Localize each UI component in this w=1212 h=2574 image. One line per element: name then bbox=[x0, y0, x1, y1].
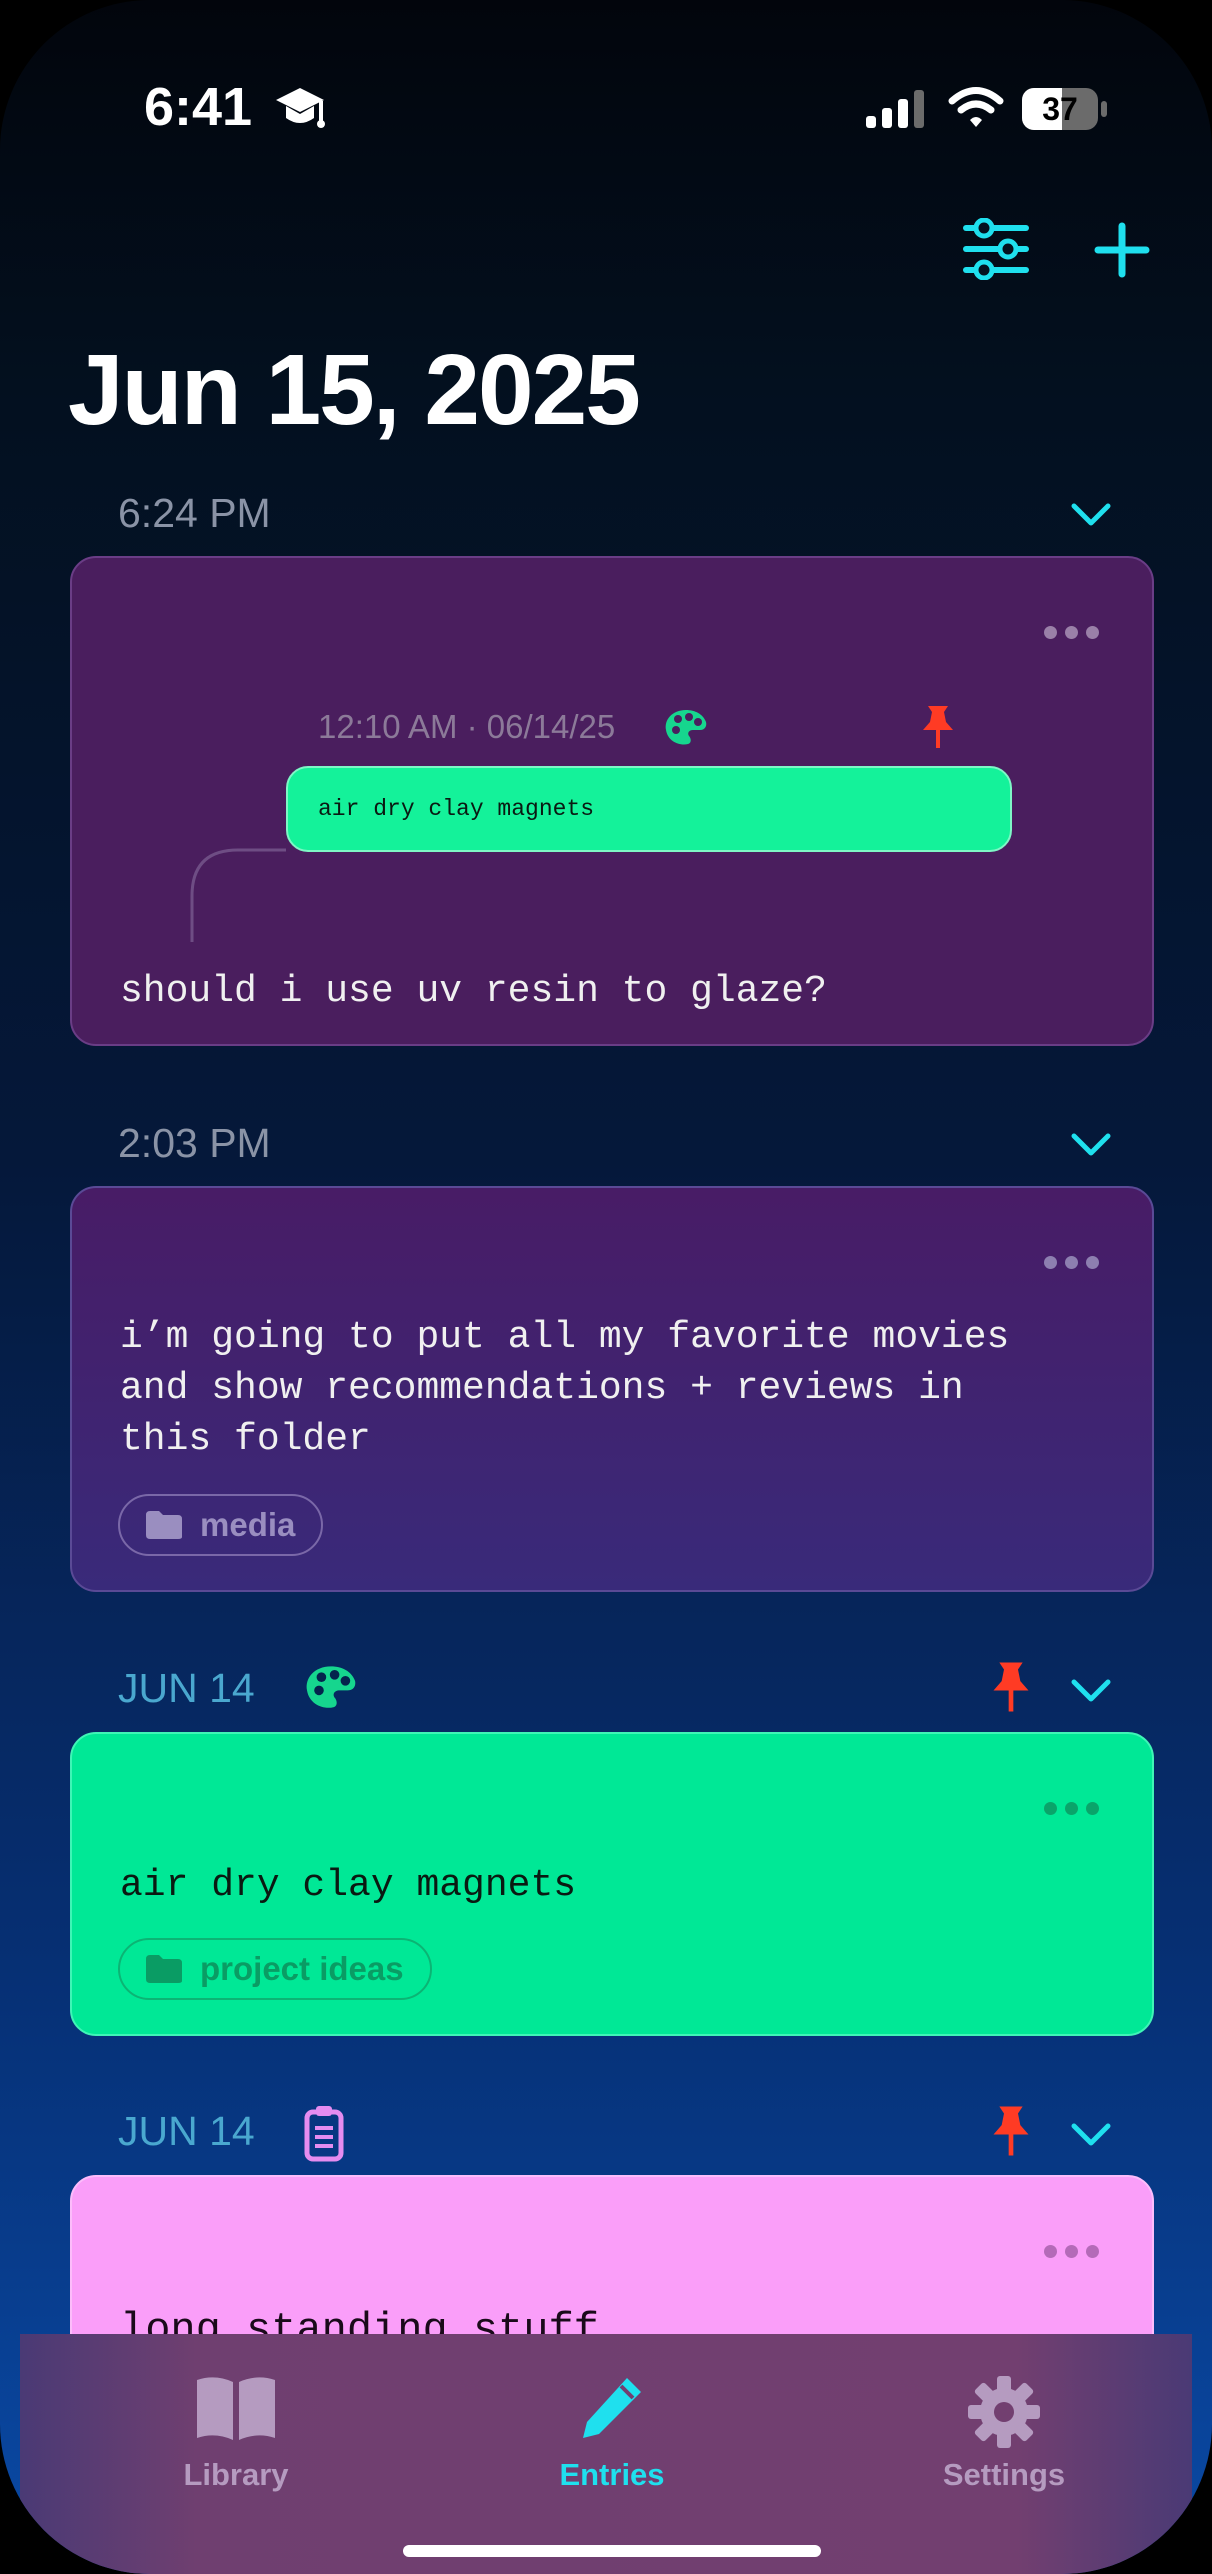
pin-icon bbox=[923, 706, 953, 748]
tab-label: Settings bbox=[942, 2457, 1066, 2492]
app-screen: 6:41 37 Jun 15, 2025 6:24 PM 12:10 AM · … bbox=[0, 0, 1212, 2574]
pencil-icon bbox=[583, 2378, 641, 2438]
entry-text: should i use uv resin to glaze? bbox=[120, 970, 827, 1013]
entry-text: i’m going to put all my favorite movies … bbox=[120, 1316, 1010, 1461]
tab-bar: Library Entries Settings bbox=[20, 2334, 1192, 2574]
tab-settings[interactable]: Settings bbox=[854, 2374, 1154, 2493]
entry-card[interactable]: air dry clay magnets project ideas bbox=[70, 1732, 1154, 2036]
plus-icon[interactable] bbox=[1094, 222, 1150, 278]
tab-library[interactable]: Library bbox=[86, 2374, 386, 2493]
battery-level: 37 bbox=[1042, 91, 1078, 127]
filter-sliders-icon[interactable] bbox=[962, 218, 1030, 280]
chevron-down-icon[interactable] bbox=[1070, 2120, 1112, 2150]
reply-connector bbox=[190, 848, 286, 942]
entry-date: JUN 14 bbox=[118, 1665, 255, 1711]
chevron-down-icon[interactable] bbox=[1070, 500, 1112, 530]
more-dots-icon[interactable] bbox=[1044, 2245, 1100, 2259]
entry-time: 2:03 PM bbox=[118, 1120, 271, 1166]
more-dots-icon[interactable] bbox=[1044, 1802, 1100, 1816]
entry-card[interactable]: 12:10 AM · 06/14/25 air dry clay magnets… bbox=[70, 556, 1154, 1046]
tab-entries[interactable]: Entries bbox=[462, 2374, 762, 2493]
clipboard-icon bbox=[304, 2106, 344, 2162]
folder-name: project ideas bbox=[200, 1950, 404, 1987]
entry-time: 6:24 PM bbox=[118, 490, 271, 536]
entry-date: JUN 14 bbox=[118, 2108, 255, 2154]
folder-icon bbox=[146, 1955, 182, 1983]
more-dots-icon[interactable] bbox=[1044, 626, 1100, 640]
quoted-entry-meta: 12:10 AM · 06/14/25 bbox=[318, 708, 616, 745]
entry-card[interactable]: i’m going to put all my favorite movies … bbox=[70, 1186, 1154, 1592]
pin-icon[interactable] bbox=[990, 2104, 1032, 2158]
palette-icon bbox=[665, 710, 707, 745]
signal-icon bbox=[866, 90, 924, 128]
folder-icon bbox=[146, 1511, 182, 1539]
book-icon bbox=[197, 2377, 275, 2440]
more-dots-icon[interactable] bbox=[1044, 1256, 1100, 1270]
entry-text: air dry clay magnets bbox=[120, 1864, 577, 1907]
tab-label: Entries bbox=[559, 2457, 665, 2492]
quoted-entry-bubble[interactable]: air dry clay magnets bbox=[286, 766, 1012, 852]
palette-icon bbox=[306, 1666, 356, 1708]
folder-chip[interactable]: project ideas bbox=[118, 1938, 432, 2000]
quoted-entry-text: air dry clay magnets bbox=[318, 796, 595, 822]
wifi-icon bbox=[948, 87, 1004, 127]
tab-label: Library bbox=[183, 2457, 289, 2492]
chevron-down-icon[interactable] bbox=[1070, 1130, 1112, 1160]
folder-name: media bbox=[200, 1506, 296, 1543]
folder-chip[interactable]: media bbox=[118, 1494, 324, 1556]
chevron-down-icon[interactable] bbox=[1070, 1676, 1112, 1706]
battery-cap bbox=[1101, 101, 1107, 117]
page-title: Jun 15, 2025 bbox=[68, 334, 641, 446]
graduation-cap-icon bbox=[276, 88, 325, 128]
home-indicator[interactable] bbox=[403, 2545, 821, 2557]
battery-icon: 37 bbox=[1022, 88, 1098, 130]
status-time: 6:41 bbox=[144, 77, 253, 137]
gear-icon bbox=[968, 2376, 1040, 2448]
pin-icon[interactable] bbox=[990, 1660, 1032, 1714]
